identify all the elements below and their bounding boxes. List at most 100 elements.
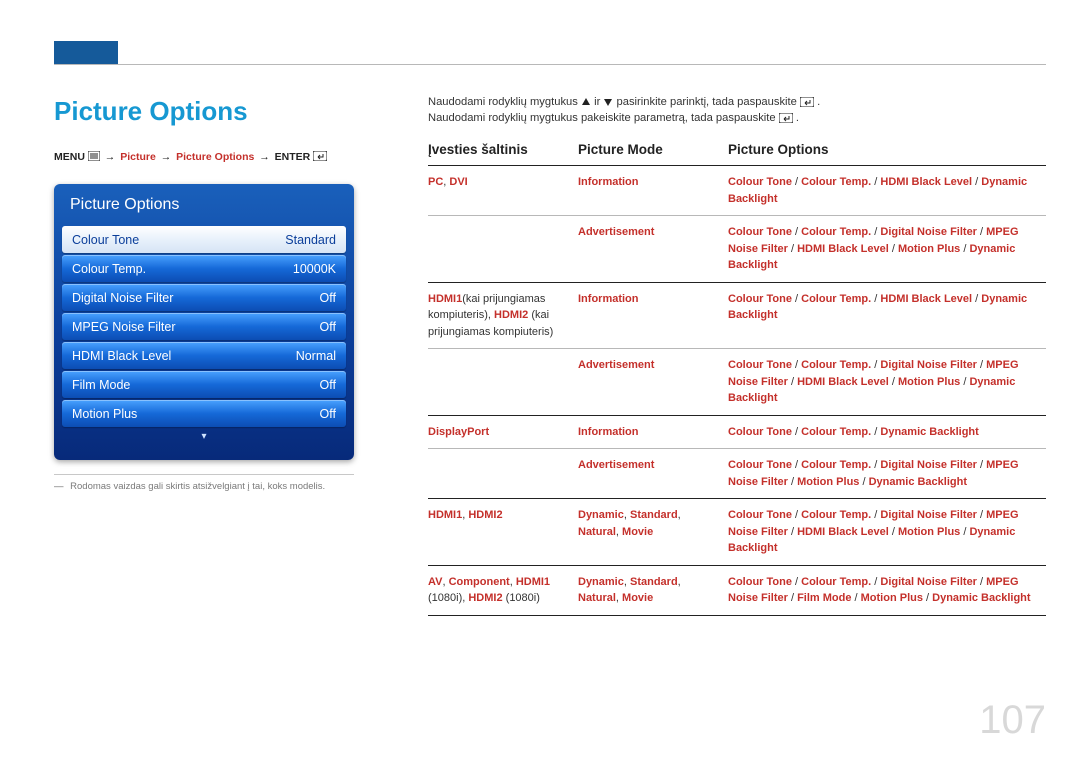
highlight-text: Colour Temp.: [801, 293, 871, 305]
cell-mode: Advertisement: [578, 449, 728, 499]
osd-item-label: Colour Temp.: [72, 262, 146, 276]
plain-text: /: [788, 526, 797, 538]
plain-text: ,: [678, 509, 681, 521]
osd-item[interactable]: HDMI Black LevelNormal: [62, 342, 346, 369]
highlight-text: HDMI Black Level: [880, 293, 972, 305]
highlight-text: Film Mode: [797, 592, 851, 604]
highlight-text: HDMI1: [428, 509, 462, 521]
plain-text: /: [871, 359, 880, 371]
osd-item-value: Off: [320, 320, 336, 334]
osd-item-value: Off: [320, 378, 336, 392]
highlight-text: Motion Plus: [861, 592, 923, 604]
osd-item[interactable]: Motion PlusOff: [62, 400, 346, 427]
up-arrow-icon: [581, 97, 591, 107]
osd-title: Picture Options: [62, 194, 346, 224]
highlight-text: HDMI Black Level: [797, 526, 889, 538]
highlight-text: Advertisement: [578, 226, 654, 238]
table-row: PC, DVIInformationColour Tone / Colour T…: [428, 166, 1046, 216]
highlight-text: Colour Temp.: [801, 576, 871, 588]
breadcrumb: MENU → Picture → Picture Options → ENTER: [54, 151, 392, 164]
highlight-text: Colour Tone: [728, 509, 792, 521]
enter-icon: [779, 113, 793, 123]
plain-text: /: [792, 359, 801, 371]
highlight-text: Motion Plus: [898, 376, 960, 388]
highlight-text: DVI: [449, 176, 467, 188]
highlight-text: Digital Noise Filter: [880, 459, 977, 471]
highlight-text: Natural: [578, 592, 616, 604]
table-header-row: Įvesties šaltinis Picture Mode Picture O…: [428, 142, 1046, 166]
highlight-text: Dynamic Backlight: [880, 426, 978, 438]
highlight-text: Colour Tone: [728, 576, 792, 588]
osd-item[interactable]: Colour ToneStandard: [62, 226, 346, 253]
osd-item-label: Colour Tone: [72, 233, 139, 247]
footnote-text: Rodomas vaizdas gali skirtis atsižvelgia…: [70, 481, 325, 492]
highlight-text: Colour Tone: [728, 426, 792, 438]
cell-mode: Information: [578, 166, 728, 216]
plain-text: /: [889, 376, 898, 388]
osd-item-label: Film Mode: [72, 378, 130, 392]
cell-source: HDMI1, HDMI2: [428, 499, 578, 566]
cell-options: Colour Tone / Colour Temp. / HDMI Black …: [728, 282, 1046, 349]
plain-text: /: [788, 376, 797, 388]
highlight-text: Motion Plus: [898, 526, 960, 538]
header-color-tab: [54, 41, 118, 64]
osd-item-value: Off: [320, 407, 336, 421]
osd-item[interactable]: Film Mode Off: [62, 371, 346, 398]
osd-item[interactable]: MPEG Noise FilterOff: [62, 313, 346, 340]
chevron-down-icon: ▾: [62, 431, 346, 442]
plain-text: /: [889, 243, 898, 255]
cell-mode: Advertisement: [578, 349, 728, 416]
cell-mode: Dynamic, Standard, Natural, Movie: [578, 565, 728, 615]
page-title: Picture Options: [54, 96, 392, 127]
plain-text: /: [871, 176, 880, 188]
table-row: AdvertisementColour Tone / Colour Temp. …: [428, 449, 1046, 499]
intro-text: .: [796, 112, 799, 124]
plain-text: /: [788, 592, 797, 604]
cell-source: AV, Component, HDMI1 (1080i), HDMI2 (108…: [428, 565, 578, 615]
cell-mode: Information: [578, 415, 728, 449]
table-row: AV, Component, HDMI1 (1080i), HDMI2 (108…: [428, 565, 1046, 615]
highlight-text: Colour Temp.: [801, 459, 871, 471]
osd-item[interactable]: Digital Noise FilterOff: [62, 284, 346, 311]
intro-text: Naudodami rodyklių mygtukus pakeiskite p…: [428, 112, 779, 124]
footnote-dash: ―: [54, 481, 68, 492]
highlight-text: Colour Temp.: [801, 226, 871, 238]
plain-text: /: [977, 459, 986, 471]
highlight-text: Colour Temp.: [801, 359, 871, 371]
cell-options: Colour Tone / Colour Temp. / Digital Noi…: [728, 499, 1046, 566]
highlight-text: Standard: [630, 576, 678, 588]
highlight-text: Colour Tone: [728, 293, 792, 305]
plain-text: /: [792, 176, 801, 188]
highlight-text: Movie: [622, 592, 653, 604]
cell-mode: Advertisement: [578, 216, 728, 283]
plain-text: /: [792, 459, 801, 471]
breadcrumb-arrow: →: [257, 151, 272, 163]
options-table: Įvesties šaltinis Picture Mode Picture O…: [428, 142, 1046, 616]
plain-text: /: [788, 243, 797, 255]
cell-source: HDMI1(kai prijungiamas kompiuteris), HDM…: [428, 282, 578, 349]
highlight-text: Colour Tone: [728, 226, 792, 238]
plain-text: /: [977, 576, 986, 588]
breadcrumb-picture: Picture: [120, 151, 156, 163]
plain-text: /: [871, 226, 880, 238]
enter-icon: [313, 151, 327, 164]
highlight-text: Natural: [578, 526, 616, 538]
breadcrumb-picture-options: Picture Options: [176, 151, 254, 163]
osd-item[interactable]: Colour Temp.10000K: [62, 255, 346, 282]
highlight-text: HDMI2: [468, 592, 502, 604]
highlight-text: AV: [428, 576, 442, 588]
plain-text: /: [859, 476, 868, 488]
highlight-text: Colour Tone: [728, 176, 792, 188]
highlight-text: Digital Noise Filter: [880, 576, 977, 588]
plain-text: /: [977, 226, 986, 238]
plain-text: /: [889, 526, 898, 538]
highlight-text: HDMI1: [516, 576, 550, 588]
highlight-text: Digital Noise Filter: [880, 226, 977, 238]
highlight-text: Motion Plus: [898, 243, 960, 255]
highlight-text: Movie: [622, 526, 653, 538]
highlight-text: Colour Temp.: [801, 509, 871, 521]
table-row: AdvertisementColour Tone / Colour Temp. …: [428, 349, 1046, 416]
highlight-text: Component: [449, 576, 510, 588]
plain-text: /: [792, 426, 801, 438]
plain-text: (1080i): [503, 592, 540, 604]
